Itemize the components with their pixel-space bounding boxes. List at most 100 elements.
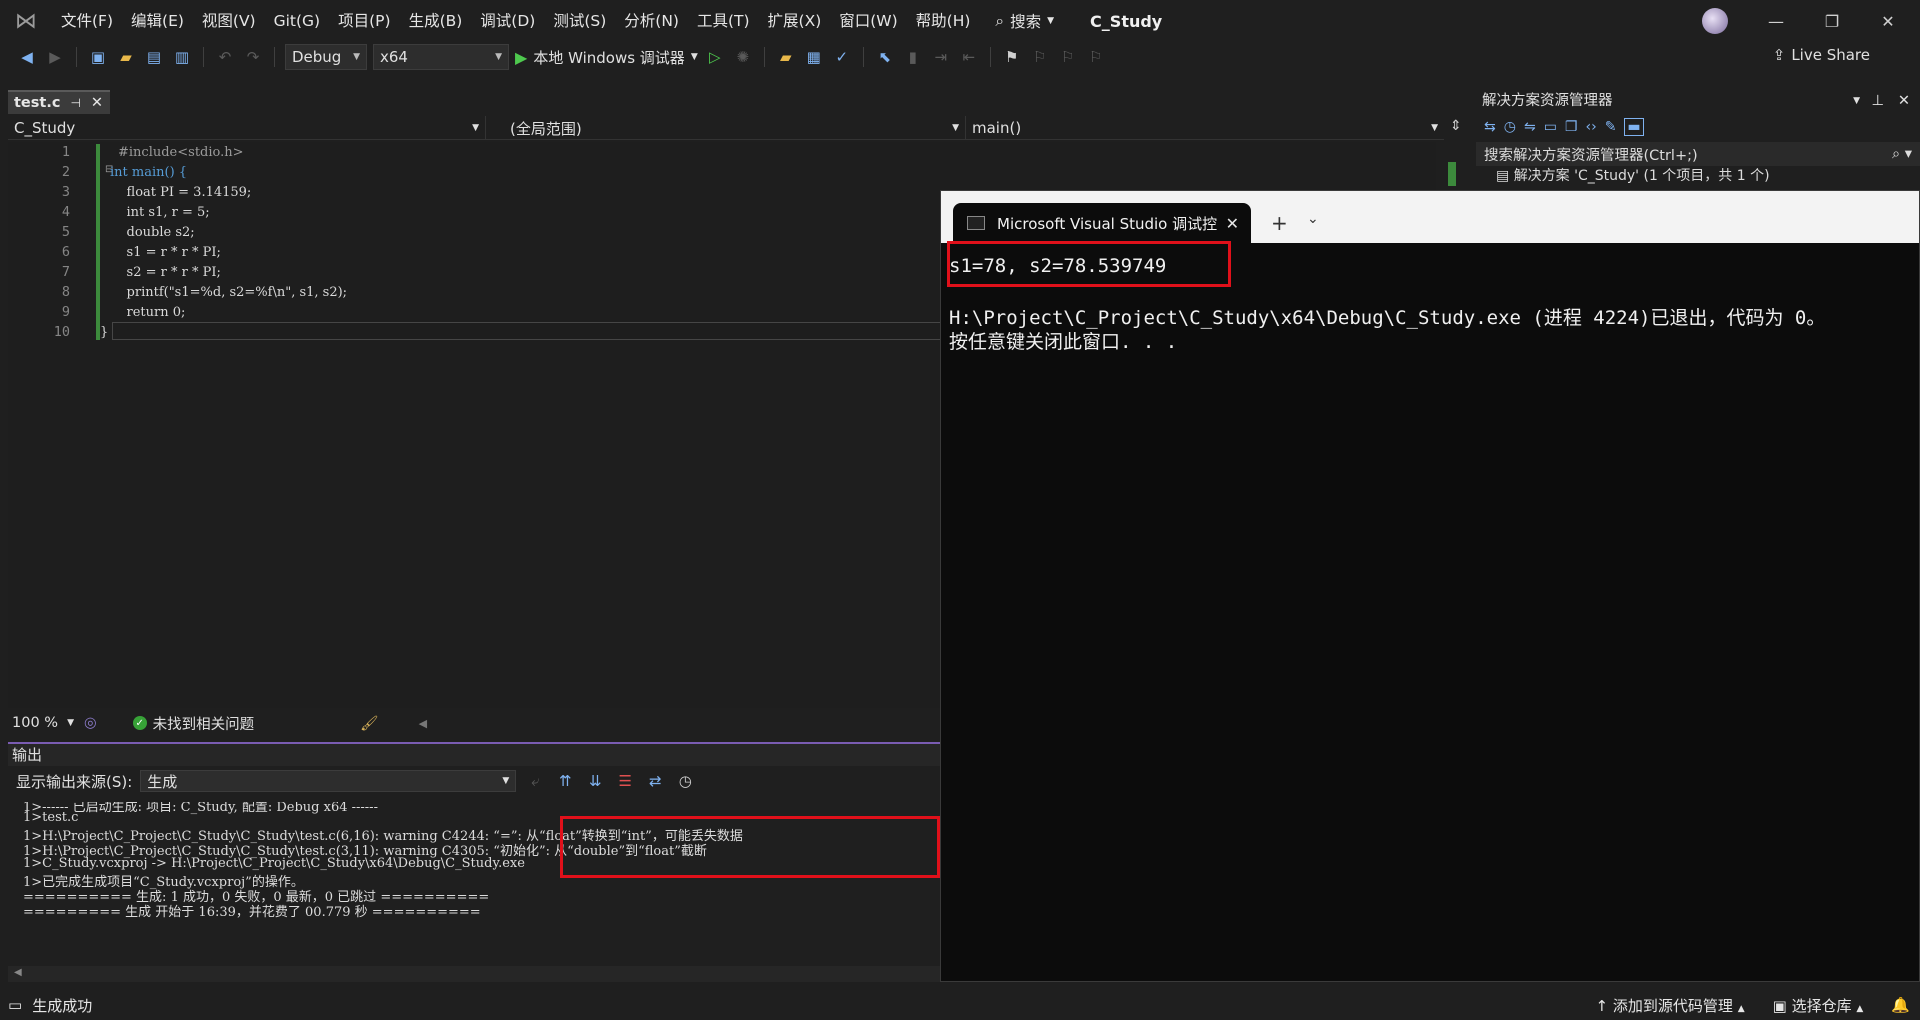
toolbar-divider xyxy=(989,47,991,67)
chevron-down-icon[interactable]: ⌄ xyxy=(1307,211,1319,227)
clear-all-icon[interactable]: ☰ xyxy=(614,770,636,792)
show-all-files-icon[interactable]: ❐ xyxy=(1565,119,1578,135)
save-icon[interactable]: ▤ xyxy=(143,46,165,68)
pin-icon[interactable]: ⊥ xyxy=(1871,90,1884,112)
copilot-icon[interactable]: ◎ xyxy=(84,715,97,731)
menu-analyze[interactable]: 分析(N) xyxy=(615,0,688,42)
close-icon[interactable]: ✕ xyxy=(1226,214,1239,233)
platform-select[interactable]: x64 ▼ xyxy=(373,44,509,70)
sync-icon[interactable]: ⇆ xyxy=(1484,119,1496,135)
properties-icon[interactable]: ✎ xyxy=(1605,119,1617,135)
visual-studio-logo-icon: ⋈ xyxy=(15,8,37,34)
notifications-icon[interactable]: 🔔 xyxy=(1891,996,1910,1014)
debug-console-window[interactable]: Microsoft Visual Studio 调试控 ✕ + ⌄ s1=78,… xyxy=(940,190,1920,982)
start-debugging-button[interactable]: ▶ 本地 Windows 调试器 ▼ xyxy=(515,47,698,68)
preview-icon[interactable]: ▬ xyxy=(1624,118,1644,136)
code-view-icon[interactable]: ‹› xyxy=(1585,119,1596,135)
start-without-debugging-icon[interactable]: ▷ xyxy=(704,46,726,68)
menu-debug[interactable]: 调试(D) xyxy=(471,0,544,42)
spellcheck-icon[interactable]: ✓ xyxy=(831,46,853,68)
menu-view[interactable]: 视图(V) xyxy=(193,0,265,42)
open-folder-icon[interactable]: ▰ xyxy=(115,46,137,68)
solution-search-input[interactable]: 搜索解决方案资源管理器(Ctrl+;) ⌕ ▾ xyxy=(1476,142,1920,166)
output-line: 1>test.c xyxy=(23,810,79,825)
menu-build[interactable]: 生成(B) xyxy=(400,0,472,42)
menu-test[interactable]: 测试(S) xyxy=(544,0,615,42)
configuration-select[interactable]: Debug ▼ xyxy=(285,44,367,70)
project-scope-select[interactable]: C_Study ▼ xyxy=(8,116,486,140)
solution-root-item[interactable]: ▤ 解决方案 'C_Study' (1 个项目，共 1 个) xyxy=(1476,166,1920,186)
clear-bookmarks-icon[interactable]: ⚐ xyxy=(1085,46,1107,68)
undo-icon[interactable]: ↶ xyxy=(214,46,236,68)
bookmark-icon[interactable]: ⚑ xyxy=(1001,46,1023,68)
select-repo-button[interactable]: ▣ 选择仓库 ▲ xyxy=(1773,995,1864,1016)
menu-help[interactable]: 帮助(H) xyxy=(907,0,980,42)
menu-project[interactable]: 项目(P) xyxy=(329,0,399,42)
code-line: s1 = r * r * PI; xyxy=(110,245,221,260)
word-wrap-icon[interactable]: ⇄ xyxy=(644,770,666,792)
search-menu[interactable]: ⌕ 搜索 ▼ xyxy=(995,10,1054,32)
next-bookmark-icon[interactable]: ⚐ xyxy=(1057,46,1079,68)
go-to-line-icon[interactable]: ⤶ xyxy=(524,770,546,792)
hot-reload-icon[interactable]: ✺ xyxy=(732,46,754,68)
scroll-left-icon[interactable]: ◀ xyxy=(14,967,22,978)
minimize-button[interactable]: — xyxy=(1748,0,1804,42)
save-all-icon[interactable]: ▥ xyxy=(171,46,193,68)
chevron-down-icon: ▼ xyxy=(952,123,959,133)
back-icon[interactable]: ◀ xyxy=(16,46,38,68)
collapse-all-icon[interactable]: ▭ xyxy=(1544,119,1557,135)
split-editor-icon[interactable]: ⇕ xyxy=(1450,118,1462,134)
chevron-down-icon: ▼ xyxy=(495,52,502,62)
code-line: #include<stdio.h> xyxy=(118,145,244,160)
new-tab-button[interactable]: + xyxy=(1271,211,1288,235)
scroll-left-icon[interactable]: ◀ xyxy=(419,717,427,730)
member-select[interactable]: main() ▼ xyxy=(966,116,1444,140)
code-cleanup-icon[interactable]: 🖌 xyxy=(360,715,378,732)
clock-icon[interactable]: ◷ xyxy=(674,770,696,792)
close-window-button[interactable]: ✕ xyxy=(1860,0,1916,42)
menu-git[interactable]: Git(G) xyxy=(265,0,330,42)
output-source-select[interactable]: 生成 ▼ xyxy=(140,770,517,792)
avatar[interactable] xyxy=(1702,8,1728,34)
restore-button[interactable]: ❐ xyxy=(1804,0,1860,42)
global-scope-select[interactable]: (全局范围) ▼ xyxy=(486,116,966,140)
add-to-source-control-button[interactable]: ↑ 添加到源代码管理 ▲ xyxy=(1596,995,1745,1016)
configuration-value: Debug xyxy=(292,48,342,66)
new-project-icon[interactable]: ▣ xyxy=(87,46,109,68)
chevron-down-icon[interactable]: ▼ xyxy=(1853,90,1860,112)
prev-message-icon[interactable]: ⇈ xyxy=(554,770,576,792)
menu-window[interactable]: 窗口(W) xyxy=(830,0,906,42)
indent-icon[interactable]: ⇥ xyxy=(930,46,952,68)
output-source-value: 生成 xyxy=(147,772,178,791)
outdent-icon[interactable]: ⇤ xyxy=(958,46,980,68)
redo-icon[interactable]: ↷ xyxy=(242,46,264,68)
close-icon[interactable]: ✕ xyxy=(1898,90,1910,112)
play-icon: ▶ xyxy=(515,47,528,67)
pin-icon[interactable]: ⊣ xyxy=(70,96,80,110)
console-tab[interactable]: Microsoft Visual Studio 调试控 ✕ xyxy=(953,203,1251,243)
live-share-button[interactable]: ⇪ Live Share xyxy=(1773,46,1870,64)
format-icon[interactable]: ▮ xyxy=(902,46,924,68)
forward-icon[interactable]: ▶ xyxy=(44,46,66,68)
solution-icon: ▤ xyxy=(1496,168,1510,184)
layout-icon[interactable]: ▦ xyxy=(803,46,825,68)
toolbar-divider xyxy=(274,47,275,67)
history-icon[interactable]: ◷ xyxy=(1504,119,1516,135)
toolbar-divider xyxy=(76,47,77,67)
menu-tools[interactable]: 工具(T) xyxy=(688,0,759,42)
prev-bookmark-icon[interactable]: ⚐ xyxy=(1029,46,1051,68)
issues-indicator[interactable]: ✓ 未找到相关问题 xyxy=(132,713,254,734)
tab-test-c[interactable]: test.c ⊣ ✕ xyxy=(8,90,110,114)
next-message-icon[interactable]: ⇊ xyxy=(584,770,606,792)
menu-extensions[interactable]: 扩展(X) xyxy=(759,0,831,42)
output-horizontal-scrollbar[interactable]: ◀ xyxy=(8,966,940,982)
menu-file[interactable]: 文件(F) xyxy=(52,0,122,42)
solution-folder-icon[interactable]: ▰ xyxy=(775,46,797,68)
close-icon[interactable]: ✕ xyxy=(91,95,103,111)
select-icon[interactable]: ⬉ xyxy=(874,46,896,68)
zoom-select[interactable]: 100 % ▼ xyxy=(8,712,78,734)
search-icon: ⌕ xyxy=(995,11,1005,30)
switch-views-icon[interactable]: ⇋ xyxy=(1524,119,1536,135)
menu-edit[interactable]: 编辑(E) xyxy=(122,0,193,42)
output-window-icon[interactable]: ▭ xyxy=(8,996,22,1014)
